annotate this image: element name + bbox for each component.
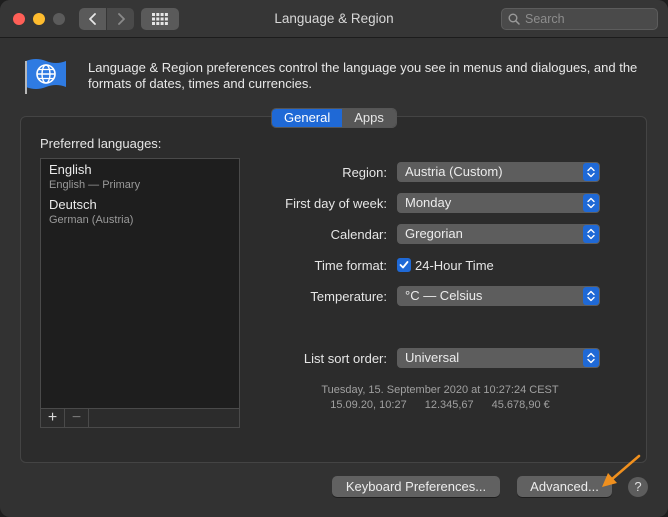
first-day-value: Monday (405, 195, 452, 210)
language-name: Deutsch (49, 197, 97, 212)
popup-arrows-icon (583, 194, 599, 212)
language-name: English (49, 162, 92, 177)
temperature-value: °C — Celsius (405, 288, 483, 303)
back-button[interactable] (79, 8, 106, 30)
first-day-popup[interactable]: Monday (397, 193, 600, 213)
calendar-popup[interactable]: Gregorian (397, 224, 600, 244)
language-subtitle: German (Austria) (49, 214, 134, 226)
popup-arrows-icon (583, 163, 599, 181)
list-sort-label: List sort order: (303, 351, 387, 366)
preferences-window: Language & Region Language & Region pref… (0, 0, 668, 517)
tab-control: General Apps (271, 108, 397, 128)
preferred-languages-label: Preferred languages: (40, 136, 162, 151)
remove-language-button[interactable]: − (65, 409, 89, 427)
region-popup[interactable]: Austria (Custom) (397, 162, 600, 182)
language-region-flag-icon (25, 59, 66, 94)
first-day-label: First day of week: (285, 196, 387, 211)
checkmark-icon (399, 261, 409, 269)
chevron-right-icon (117, 13, 125, 25)
sample-long-date: Tuesday, 15. September 2020 at 10:27:24 … (321, 384, 559, 396)
list-sort-value: Universal (405, 350, 460, 365)
language-list-toolbar: + − (40, 408, 240, 428)
search-icon (508, 13, 520, 25)
zoom-window-button[interactable] (53, 13, 65, 25)
24-hour-time-label[interactable]: 24-Hour Time (415, 258, 494, 273)
temperature-popup[interactable]: °C — Celsius (397, 286, 600, 306)
list-sort-popup[interactable]: Universal (397, 348, 600, 368)
search-input[interactable] (525, 12, 655, 26)
grid-icon (152, 13, 168, 25)
search-field[interactable] (501, 8, 658, 30)
title-bar: Language & Region (0, 0, 668, 38)
time-format-label: Time format: (314, 258, 387, 273)
popup-arrows-icon (583, 287, 599, 305)
sample-currency: 45.678,90 € (491, 399, 550, 411)
language-list: English English — Primary Deutsch German… (40, 158, 240, 409)
temperature-label: Temperature: (310, 289, 387, 304)
popup-arrows-icon (583, 349, 599, 367)
minimize-window-button[interactable] (33, 13, 45, 25)
language-subtitle: English — Primary (49, 179, 141, 191)
keyboard-preferences-button[interactable]: Keyboard Preferences... (332, 476, 500, 497)
calendar-value: Gregorian (405, 226, 463, 241)
show-all-button[interactable] (141, 8, 179, 30)
chevron-left-icon (88, 13, 96, 25)
24-hour-time-checkbox[interactable] (397, 258, 411, 272)
add-language-button[interactable]: + (41, 409, 65, 427)
sample-number: 12.345,67 (424, 399, 474, 411)
sample-short-date: 15.09.20, 10:27 (330, 399, 407, 411)
annotation-arrow-icon (602, 454, 641, 487)
tab-apps[interactable]: Apps (342, 109, 396, 127)
calendar-label: Calendar: (330, 227, 387, 242)
forward-button[interactable] (107, 8, 134, 30)
close-window-button[interactable] (13, 13, 25, 25)
language-item-deutsch[interactable]: Deutsch German (Austria) (41, 194, 239, 229)
region-value: Austria (Custom) (405, 164, 503, 179)
tab-general[interactable]: General (272, 109, 343, 127)
language-item-english[interactable]: English English — Primary (41, 159, 239, 194)
popup-arrows-icon (583, 225, 599, 243)
description-text: Language & Region preferences control th… (88, 60, 638, 91)
region-label: Region: (342, 165, 387, 180)
sample-formats: 15.09.20, 10:27 12.345,67 45.678,90 € (280, 399, 600, 411)
